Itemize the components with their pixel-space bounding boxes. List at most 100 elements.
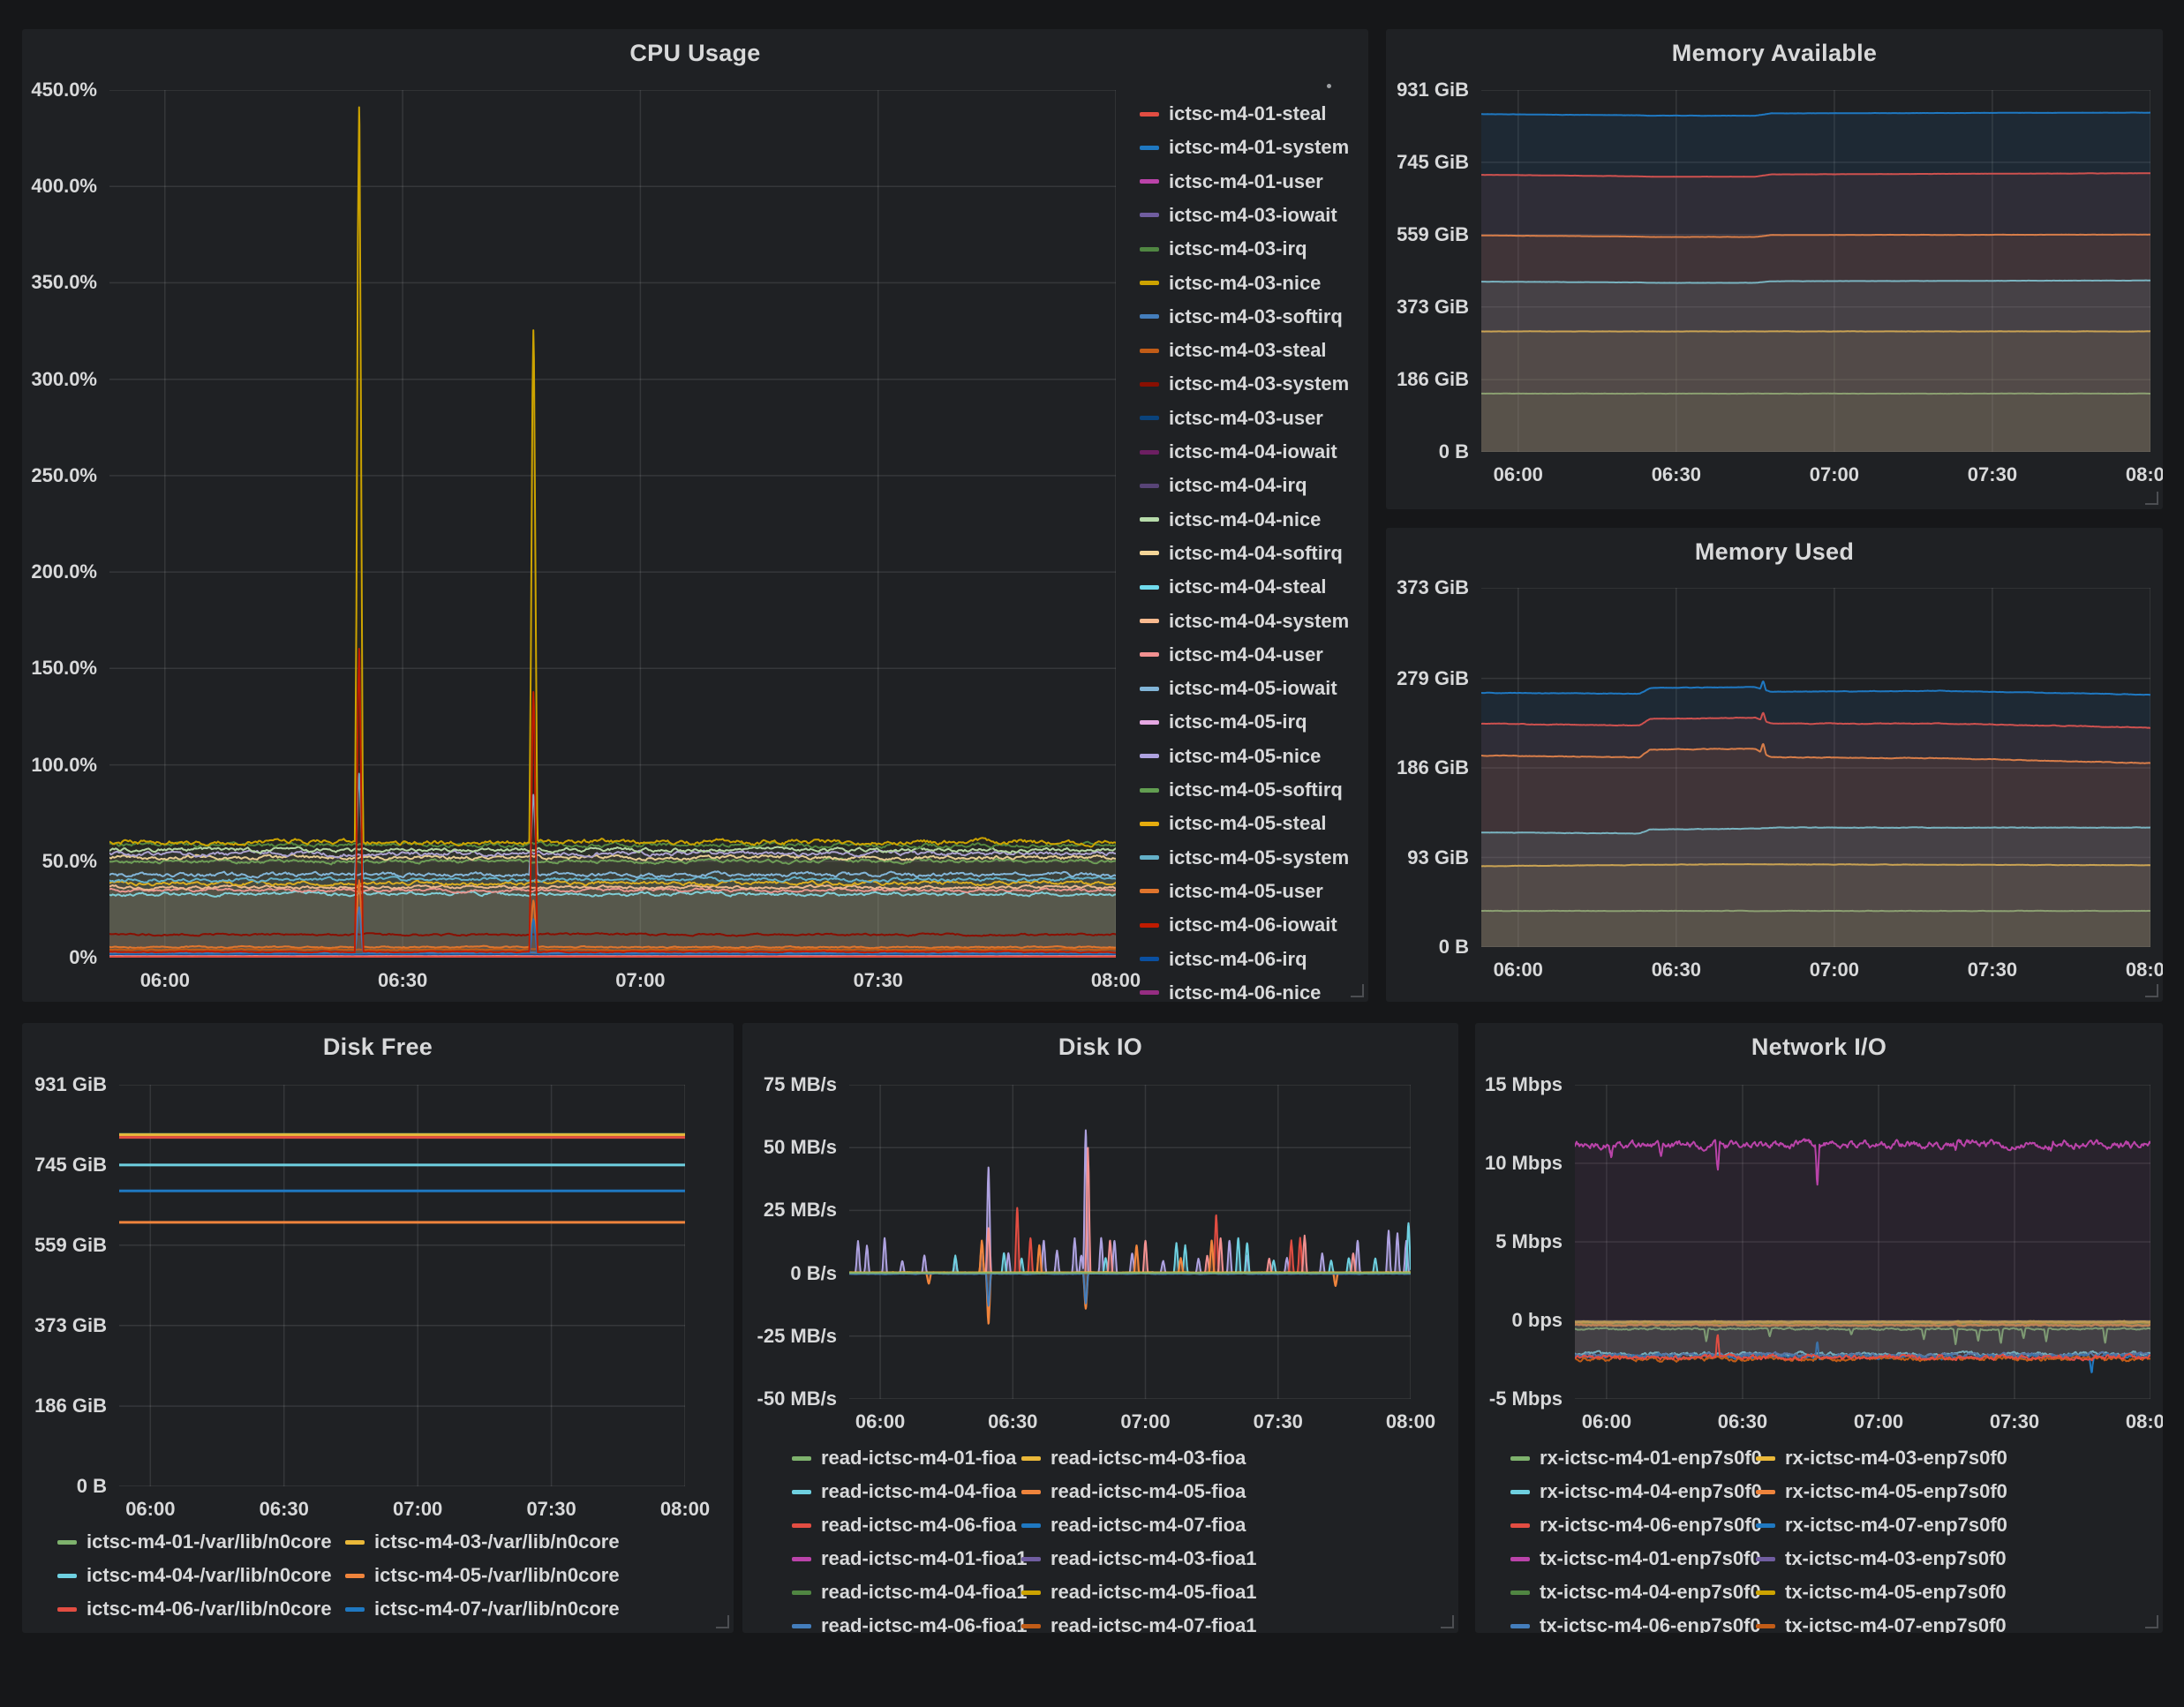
- legend-item-ictsc-m4-06-irq[interactable]: ictsc-m4-06-irq: [1140, 945, 1307, 974]
- legend-series-label: read-ictsc-m4-04-fioa1: [821, 1581, 1028, 1604]
- x-tick-label: 06:00: [1457, 959, 1580, 981]
- legend-item-ictsc-m4-03-irq[interactable]: ictsc-m4-03-irq: [1140, 235, 1307, 263]
- cpu_usage-plot[interactable]: [109, 90, 1116, 958]
- network_io-plot[interactable]: [1575, 1085, 2150, 1399]
- legend-item-ictsc-m4-04-user[interactable]: ictsc-m4-04-user: [1140, 641, 1323, 669]
- legend-item-read-ictsc-m4-05-fioa[interactable]: read-ictsc-m4-05-fioa: [1021, 1478, 1246, 1506]
- legend-item-tx-ictsc-m4-06-enp7s0f0[interactable]: tx-ictsc-m4-06-enp7s0f0: [1510, 1612, 1761, 1633]
- legend-item-ictsc-m4-01-user[interactable]: ictsc-m4-01-user: [1140, 168, 1323, 196]
- panel-resize-handle[interactable]: [716, 1615, 729, 1628]
- panel-resize-handle[interactable]: [1441, 1615, 1454, 1628]
- y-tick-label: 0 B: [22, 1475, 107, 1498]
- legend-item-ictsc-m4-01-/var/lib/n0core[interactable]: ictsc-m4-01-/var/lib/n0core: [57, 1528, 332, 1556]
- legend-series-color-dash: [1140, 314, 1159, 319]
- legend-item-ictsc-m4-03-nice[interactable]: ictsc-m4-03-nice: [1140, 269, 1321, 297]
- legend-item-ictsc-m4-04-irq[interactable]: ictsc-m4-04-irq: [1140, 471, 1307, 500]
- legend-item-read-ictsc-m4-06-fioa[interactable]: read-ictsc-m4-06-fioa: [792, 1511, 1016, 1539]
- legend-item-read-ictsc-m4-04-fioa[interactable]: read-ictsc-m4-04-fioa: [792, 1478, 1016, 1506]
- legend-item-ictsc-m4-04-/var/lib/n0core[interactable]: ictsc-m4-04-/var/lib/n0core: [57, 1561, 332, 1590]
- legend-item-ictsc-m4-05-irq[interactable]: ictsc-m4-05-irq: [1140, 708, 1307, 736]
- legend-series-color-dash: [792, 1456, 811, 1461]
- legend-item-read-ictsc-m4-05-fioa1[interactable]: read-ictsc-m4-05-fioa1: [1021, 1578, 1257, 1606]
- legend-item-tx-ictsc-m4-01-enp7s0f0[interactable]: tx-ictsc-m4-01-enp7s0f0: [1510, 1545, 1761, 1573]
- legend-series-label: read-ictsc-m4-07-fioa: [1051, 1514, 1246, 1537]
- legend-series-color-dash: [345, 1574, 365, 1578]
- legend-item-tx-ictsc-m4-04-enp7s0f0[interactable]: tx-ictsc-m4-04-enp7s0f0: [1510, 1578, 1761, 1606]
- legend-item-rx-ictsc-m4-04-enp7s0f0[interactable]: rx-ictsc-m4-04-enp7s0f0: [1510, 1478, 1762, 1506]
- legend-item-ictsc-m4-05-system[interactable]: ictsc-m4-05-system: [1140, 844, 1349, 872]
- legend-item-ictsc-m4-06-nice[interactable]: ictsc-m4-06-nice: [1140, 979, 1321, 1002]
- legend-item-rx-ictsc-m4-05-enp7s0f0[interactable]: rx-ictsc-m4-05-enp7s0f0: [1756, 1478, 2007, 1506]
- panel-title-cpu-usage[interactable]: CPU Usage: [22, 40, 1368, 67]
- legend-item-ictsc-m4-03-iowait[interactable]: ictsc-m4-03-iowait: [1140, 201, 1337, 229]
- legend-series-label: ictsc-m4-06-irq: [1169, 948, 1307, 971]
- legend-item-rx-ictsc-m4-03-enp7s0f0[interactable]: rx-ictsc-m4-03-enp7s0f0: [1756, 1444, 2007, 1472]
- legend-item-read-ictsc-m4-01-fioa1[interactable]: read-ictsc-m4-01-fioa1: [792, 1545, 1028, 1573]
- legend-item-read-ictsc-m4-06-fioa1[interactable]: read-ictsc-m4-06-fioa1: [792, 1612, 1028, 1633]
- legend-item-ictsc-m4-04-softirq[interactable]: ictsc-m4-04-softirq: [1140, 539, 1343, 568]
- y-tick-label: 559 GiB: [1386, 223, 1469, 246]
- legend-item-rx-ictsc-m4-01-enp7s0f0[interactable]: rx-ictsc-m4-01-enp7s0f0: [1510, 1444, 1762, 1472]
- series-fill-violet-bursts: [849, 1131, 1411, 1274]
- panel-resize-handle[interactable]: [2145, 492, 2158, 505]
- legend-item-ictsc-m4-05-iowait[interactable]: ictsc-m4-05-iowait: [1140, 674, 1337, 703]
- legend-item-ictsc-m4-04-iowait[interactable]: ictsc-m4-04-iowait: [1140, 438, 1337, 466]
- legend-item-ictsc-m4-06-/var/lib/n0core[interactable]: ictsc-m4-06-/var/lib/n0core: [57, 1595, 332, 1623]
- legend-item-tx-ictsc-m4-03-enp7s0f0[interactable]: tx-ictsc-m4-03-enp7s0f0: [1756, 1545, 2007, 1573]
- legend-item-read-ictsc-m4-07-fioa[interactable]: read-ictsc-m4-07-fioa: [1021, 1511, 1246, 1539]
- panel-title-network-io[interactable]: Network I/O: [1475, 1034, 2163, 1061]
- legend-item-read-ictsc-m4-07-fioa1[interactable]: read-ictsc-m4-07-fioa1: [1021, 1612, 1257, 1633]
- panel-title-memory-available[interactable]: Memory Available: [1386, 40, 2163, 67]
- legend-item-ictsc-m4-03-system[interactable]: ictsc-m4-03-system: [1140, 370, 1349, 398]
- legend-item-ictsc-m4-03-softirq[interactable]: ictsc-m4-03-softirq: [1140, 303, 1343, 331]
- memory_used-plot[interactable]: [1481, 588, 2150, 947]
- legend-series-label: ictsc-m4-04-softirq: [1169, 542, 1343, 565]
- legend-series-color-dash: [1140, 687, 1159, 691]
- panel-title-disk-io[interactable]: Disk IO: [742, 1034, 1458, 1061]
- legend-series-color-dash: [1140, 146, 1159, 150]
- legend-item-ictsc-m4-04-nice[interactable]: ictsc-m4-04-nice: [1140, 506, 1321, 534]
- legend-item-ictsc-m4-04-system[interactable]: ictsc-m4-04-system: [1140, 607, 1349, 635]
- legend-item-ictsc-m4-05-softirq[interactable]: ictsc-m4-05-softirq: [1140, 776, 1343, 804]
- legend-item-rx-ictsc-m4-06-enp7s0f0[interactable]: rx-ictsc-m4-06-enp7s0f0: [1510, 1511, 1762, 1539]
- legend-item-ictsc-m4-03-/var/lib/n0core[interactable]: ictsc-m4-03-/var/lib/n0core: [345, 1528, 620, 1556]
- panel-resize-handle[interactable]: [2145, 984, 2158, 997]
- legend-item-read-ictsc-m4-03-fioa[interactable]: read-ictsc-m4-03-fioa: [1021, 1444, 1246, 1472]
- panel-title-memory-used[interactable]: Memory Used: [1386, 538, 2163, 566]
- legend-item-ictsc-m4-03-steal[interactable]: ictsc-m4-03-steal: [1140, 336, 1327, 365]
- legend-item-ictsc-m4-01-steal[interactable]: ictsc-m4-01-steal: [1140, 100, 1327, 128]
- legend-item-ictsc-m4-07-/var/lib/n0core[interactable]: ictsc-m4-07-/var/lib/n0core: [345, 1595, 620, 1623]
- series-fill-ictsc-m4-07: [1481, 113, 2150, 453]
- legend-item-ictsc-m4-01-system[interactable]: ictsc-m4-01-system: [1140, 133, 1349, 162]
- legend-series-color-dash: [1140, 450, 1159, 455]
- disk_free-plot[interactable]: [119, 1085, 685, 1486]
- x-tick-label: 06:00: [1457, 463, 1580, 486]
- series-fill-blue-writes: [849, 1274, 1411, 1306]
- disk_io-plot[interactable]: [849, 1085, 1411, 1399]
- legend-series-label: ictsc-m4-03-softirq: [1169, 305, 1343, 328]
- legend-item-ictsc-m4-05-nice[interactable]: ictsc-m4-05-nice: [1140, 742, 1321, 771]
- legend-series-label: ictsc-m4-05-irq: [1169, 711, 1307, 733]
- legend-item-ictsc-m4-05-steal[interactable]: ictsc-m4-05-steal: [1140, 809, 1327, 838]
- legend-item-read-ictsc-m4-03-fioa1[interactable]: read-ictsc-m4-03-fioa1: [1021, 1545, 1257, 1573]
- panel-title-disk-free[interactable]: Disk Free: [22, 1034, 734, 1061]
- legend-item-tx-ictsc-m4-07-enp7s0f0[interactable]: tx-ictsc-m4-07-enp7s0f0: [1756, 1612, 2007, 1633]
- x-tick-label: 06:00: [103, 969, 227, 992]
- legend-scroll-indicator[interactable]: [1327, 84, 1331, 88]
- legend-item-ictsc-m4-05-/var/lib/n0core[interactable]: ictsc-m4-05-/var/lib/n0core: [345, 1561, 620, 1590]
- legend-item-rx-ictsc-m4-07-enp7s0f0[interactable]: rx-ictsc-m4-07-enp7s0f0: [1756, 1511, 2007, 1539]
- legend-series-label: rx-ictsc-m4-01-enp7s0f0: [1540, 1447, 1762, 1470]
- legend-series-label: ictsc-m4-03-user: [1169, 407, 1323, 430]
- legend-item-ictsc-m4-06-iowait[interactable]: ictsc-m4-06-iowait: [1140, 911, 1337, 939]
- legend-item-read-ictsc-m4-01-fioa[interactable]: read-ictsc-m4-01-fioa: [792, 1444, 1016, 1472]
- panel-resize-handle[interactable]: [1351, 984, 1364, 997]
- y-tick-label: 200.0%: [22, 560, 97, 583]
- legend-series-label: ictsc-m4-04-system: [1169, 610, 1349, 633]
- memory_available-plot[interactable]: [1481, 90, 2150, 452]
- legend-item-read-ictsc-m4-04-fioa1[interactable]: read-ictsc-m4-04-fioa1: [792, 1578, 1028, 1606]
- legend-item-ictsc-m4-04-steal[interactable]: ictsc-m4-04-steal: [1140, 573, 1327, 601]
- panel-resize-handle[interactable]: [2145, 1615, 2158, 1628]
- legend-item-ictsc-m4-03-user[interactable]: ictsc-m4-03-user: [1140, 404, 1323, 432]
- legend-item-ictsc-m4-05-user[interactable]: ictsc-m4-05-user: [1140, 877, 1323, 906]
- legend-item-tx-ictsc-m4-05-enp7s0f0[interactable]: tx-ictsc-m4-05-enp7s0f0: [1756, 1578, 2007, 1606]
